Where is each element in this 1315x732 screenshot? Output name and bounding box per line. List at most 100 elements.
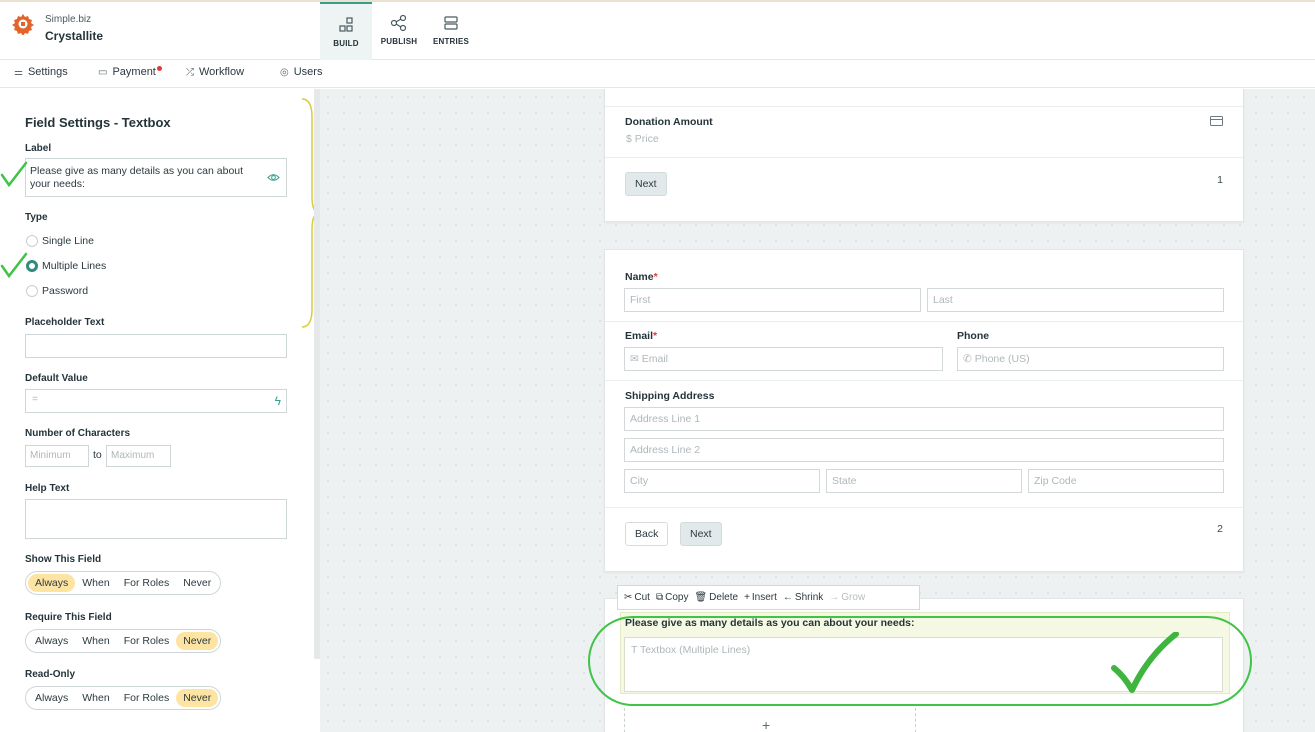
required-mark: * bbox=[653, 330, 658, 342]
next-button[interactable]: Next bbox=[625, 172, 667, 196]
tab-build-label: BUILD bbox=[333, 39, 359, 48]
first-name-input[interactable]: First bbox=[624, 288, 921, 312]
copy-label: Copy bbox=[665, 592, 689, 603]
phone-input[interactable]: ✆ Phone (US) bbox=[957, 347, 1224, 371]
min-placeholder: Minimum bbox=[30, 450, 71, 461]
page-number: 1 bbox=[1217, 174, 1223, 186]
radio-multiple-lines[interactable]: Multiple Lines bbox=[26, 260, 106, 272]
card-icon: ▭ bbox=[98, 66, 108, 78]
eye-icon[interactable] bbox=[267, 171, 280, 184]
readonly-selector: Always When For Roles Never bbox=[25, 686, 222, 710]
price-placeholder: $ Price bbox=[626, 133, 659, 145]
gear-logo-icon bbox=[12, 14, 34, 35]
nav-workflow-label: Workflow bbox=[199, 66, 245, 78]
nav-users[interactable]: ◎ Users bbox=[280, 66, 322, 78]
nav-payment-label: Payment bbox=[112, 66, 156, 78]
phone-placeholder: Phone (US) bbox=[974, 353, 1030, 365]
radio-button[interactable] bbox=[26, 285, 38, 297]
help-text-input[interactable] bbox=[25, 499, 287, 539]
field-settings-panel: Field Settings - Textbox Label Please gi… bbox=[0, 89, 320, 732]
require-field-heading: Require This Field bbox=[25, 612, 112, 623]
annotation-check-icon bbox=[1111, 632, 1179, 693]
seg-for-roles[interactable]: For Roles bbox=[117, 574, 177, 592]
shipping-address-label: Shipping Address bbox=[625, 390, 715, 402]
insert-button[interactable]: + Insert bbox=[744, 592, 777, 603]
page-number: 2 bbox=[1217, 523, 1223, 535]
city-input[interactable]: City bbox=[624, 469, 820, 493]
max-chars-input[interactable]: Maximum bbox=[106, 445, 171, 467]
required-mark: * bbox=[653, 271, 658, 283]
placeholder-input[interactable] bbox=[25, 334, 287, 358]
type-heading: Type bbox=[25, 212, 48, 223]
phone-icon: ✆ bbox=[963, 353, 972, 365]
panel-title: Field Settings - Textbox bbox=[25, 115, 171, 130]
annotation-check-icon bbox=[0, 252, 28, 279]
seg-for-roles[interactable]: For Roles bbox=[117, 632, 177, 650]
last-name-input[interactable]: Last bbox=[927, 288, 1224, 312]
show-field-selector: Always When For Roles Never bbox=[25, 571, 222, 595]
max-placeholder: Maximum bbox=[111, 450, 155, 461]
grow-button[interactable]: → Grow bbox=[829, 592, 865, 603]
label-heading: Label bbox=[25, 143, 52, 154]
bolt-icon[interactable]: ϟ bbox=[275, 394, 281, 408]
seg-when[interactable]: When bbox=[75, 574, 116, 592]
divider bbox=[605, 157, 1243, 158]
seg-when[interactable]: When bbox=[75, 632, 116, 650]
default-value-heading: Default Value bbox=[25, 373, 88, 384]
name-label: Name* bbox=[625, 271, 658, 283]
address-line-2-input[interactable]: Address Line 2 bbox=[624, 438, 1224, 462]
shrink-button[interactable]: ← Shrink bbox=[783, 592, 823, 603]
notification-dot bbox=[156, 66, 162, 71]
default-value-text: = bbox=[32, 394, 38, 405]
divider bbox=[605, 106, 1243, 107]
back-button[interactable]: Back bbox=[625, 522, 669, 546]
copy-icon: ⧉ bbox=[655, 592, 664, 603]
delete-button[interactable]: 🗑︎ Delete bbox=[694, 592, 738, 603]
add-field-plus-icon[interactable]: + bbox=[762, 717, 770, 732]
form-page-2: Name* First Last Email* ✉ Email Phone ✆ … bbox=[604, 249, 1244, 572]
address-line-1-input[interactable]: Address Line 1 bbox=[624, 407, 1224, 431]
seg-never[interactable]: Never bbox=[176, 632, 219, 650]
radio-label: Single Line bbox=[42, 235, 94, 247]
label-input[interactable]: Please give as many details as you can a… bbox=[25, 158, 287, 197]
tab-build[interactable]: BUILD bbox=[320, 2, 372, 60]
zip-code-input[interactable]: Zip Code bbox=[1028, 469, 1224, 493]
radio-password[interactable]: Password bbox=[26, 285, 88, 297]
scissors-icon: ✂ bbox=[624, 592, 633, 603]
state-input[interactable]: State bbox=[826, 469, 1022, 493]
cut-button[interactable]: ✂ Cut bbox=[624, 592, 650, 603]
tab-entries[interactable]: ENTRIES bbox=[428, 2, 474, 60]
radio-single-line[interactable]: Single Line bbox=[26, 235, 94, 247]
brand-company: Simple.biz bbox=[45, 14, 92, 25]
divider bbox=[605, 380, 1243, 381]
arrow-left-icon: ← bbox=[782, 592, 793, 603]
seg-always[interactable]: Always bbox=[28, 574, 76, 592]
seg-always[interactable]: Always bbox=[28, 689, 75, 707]
default-value-input[interactable]: = ϟ bbox=[25, 389, 287, 413]
min-chars-input[interactable]: Minimum bbox=[25, 445, 89, 467]
label-input-value: Please give as many details as you can a… bbox=[30, 165, 244, 190]
seg-when[interactable]: When bbox=[75, 689, 116, 707]
seg-always[interactable]: Always bbox=[28, 632, 75, 650]
nav-payment[interactable]: ▭ Payment bbox=[98, 66, 162, 78]
email-input[interactable]: ✉ Email bbox=[624, 347, 943, 371]
card-icon bbox=[1210, 116, 1223, 126]
form-canvas: Donation Amount $ Price Next 1 Name* Fir… bbox=[320, 89, 1315, 732]
nav-settings[interactable]: ⚌ Settings bbox=[14, 66, 68, 78]
tab-publish[interactable]: PUBLISH bbox=[376, 2, 422, 60]
grid-icon bbox=[339, 17, 353, 32]
divider bbox=[605, 321, 1243, 322]
phone-label: Phone bbox=[957, 330, 990, 342]
seg-for-roles[interactable]: For Roles bbox=[117, 689, 177, 707]
sliders-icon: ⚌ bbox=[14, 66, 23, 78]
seg-never[interactable]: Never bbox=[176, 574, 218, 592]
seg-never[interactable]: Never bbox=[176, 689, 219, 707]
copy-button[interactable]: ⧉ Copy bbox=[656, 592, 689, 603]
secondary-nav: ⚌ Settings ▭ Payment ⤮ Workflow ◎ Users bbox=[0, 60, 1315, 88]
next-button[interactable]: Next bbox=[680, 522, 722, 546]
radio-button[interactable] bbox=[26, 235, 38, 247]
form-page-1: Donation Amount $ Price Next 1 bbox=[604, 89, 1244, 222]
trash-icon: 🗑︎ bbox=[694, 592, 708, 603]
nav-workflow[interactable]: ⤮ Workflow bbox=[186, 66, 244, 78]
grow-label: Grow bbox=[841, 592, 866, 603]
